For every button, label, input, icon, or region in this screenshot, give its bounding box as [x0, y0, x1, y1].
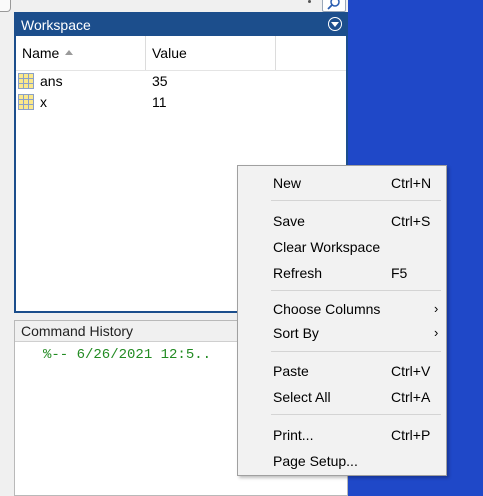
table-row[interactable]: ans 35	[16, 71, 346, 92]
submenu-arrow-icon: ›	[434, 301, 439, 316]
menu-separator	[271, 290, 441, 291]
menu-item-label: New	[273, 175, 302, 191]
menu-item-label: Paste	[273, 363, 309, 379]
menu-item-new[interactable]: New Ctrl+N	[238, 171, 446, 195]
menu-item-shortcut: Ctrl+A	[391, 389, 431, 405]
matrix-variable-icon	[18, 73, 34, 89]
menu-item-refresh[interactable]: Refresh F5	[238, 261, 446, 285]
menu-item-shortcut: Ctrl+P	[391, 427, 431, 443]
column-header-value-label: Value	[152, 45, 187, 61]
menu-item-label: Refresh	[273, 265, 323, 281]
menu-item-shortcut: F5	[391, 265, 408, 281]
menu-item-label: Clear Workspace	[273, 239, 381, 255]
column-header-name-label: Name	[22, 45, 60, 61]
column-header-name[interactable]: Name	[16, 36, 146, 70]
column-header-value[interactable]: Value	[146, 36, 276, 70]
menu-item-label: Sort By	[273, 325, 319, 341]
variable-value: 35	[152, 73, 168, 89]
toolbar-left-button[interactable]	[0, 0, 11, 12]
menu-item-save[interactable]: Save Ctrl+S	[238, 209, 446, 233]
menu-item-choose-columns[interactable]: Choose Columns ›	[238, 297, 446, 321]
menu-item-sort-by[interactable]: Sort By ›	[238, 321, 446, 345]
menu-item-label: Select All	[273, 389, 331, 405]
menu-item-shortcut: Ctrl+V	[391, 363, 431, 379]
menu-item-label: Choose Columns	[273, 301, 381, 317]
submenu-arrow-icon: ›	[434, 325, 439, 340]
workspace-table-header: Name Value	[16, 36, 346, 71]
menu-item-page-setup[interactable]: Page Setup...	[238, 449, 446, 473]
workspace-title-bar: Workspace	[16, 14, 346, 36]
variable-value: 11	[152, 94, 167, 110]
menu-item-clear-workspace[interactable]: Clear Workspace	[238, 235, 446, 259]
menu-separator	[271, 351, 441, 352]
menu-item-paste[interactable]: Paste Ctrl+V	[238, 359, 446, 383]
toolbar-dot	[308, 0, 311, 3]
variable-name: ans	[40, 73, 63, 89]
variable-name: x	[40, 94, 47, 110]
menu-item-label: Print...	[273, 427, 314, 443]
sort-ascending-icon	[65, 49, 74, 55]
column-header-empty[interactable]	[276, 36, 346, 70]
search-button[interactable]	[322, 0, 346, 12]
menu-item-select-all[interactable]: Select All Ctrl+A	[238, 385, 446, 409]
matrix-variable-icon	[18, 94, 34, 110]
context-menu: New Ctrl+N Save Ctrl+S Clear Workspace R…	[237, 165, 447, 476]
workspace-title: Workspace	[21, 17, 91, 33]
table-row[interactable]: x 11	[16, 92, 346, 113]
menu-separator	[271, 200, 441, 201]
history-entry[interactable]: %-- 6/26/2021 12:5..	[43, 347, 211, 363]
menu-item-label: Page Setup...	[273, 453, 358, 469]
menu-item-shortcut: Ctrl+N	[391, 175, 432, 191]
search-icon	[327, 0, 340, 10]
menu-item-shortcut: Ctrl+S	[391, 213, 431, 229]
menu-item-label: Save	[273, 213, 305, 229]
workspace-menu-icon[interactable]	[328, 17, 342, 31]
menu-separator	[271, 414, 441, 415]
toolbar-strip	[0, 0, 348, 12]
menu-item-print[interactable]: Print... Ctrl+P	[238, 423, 446, 447]
